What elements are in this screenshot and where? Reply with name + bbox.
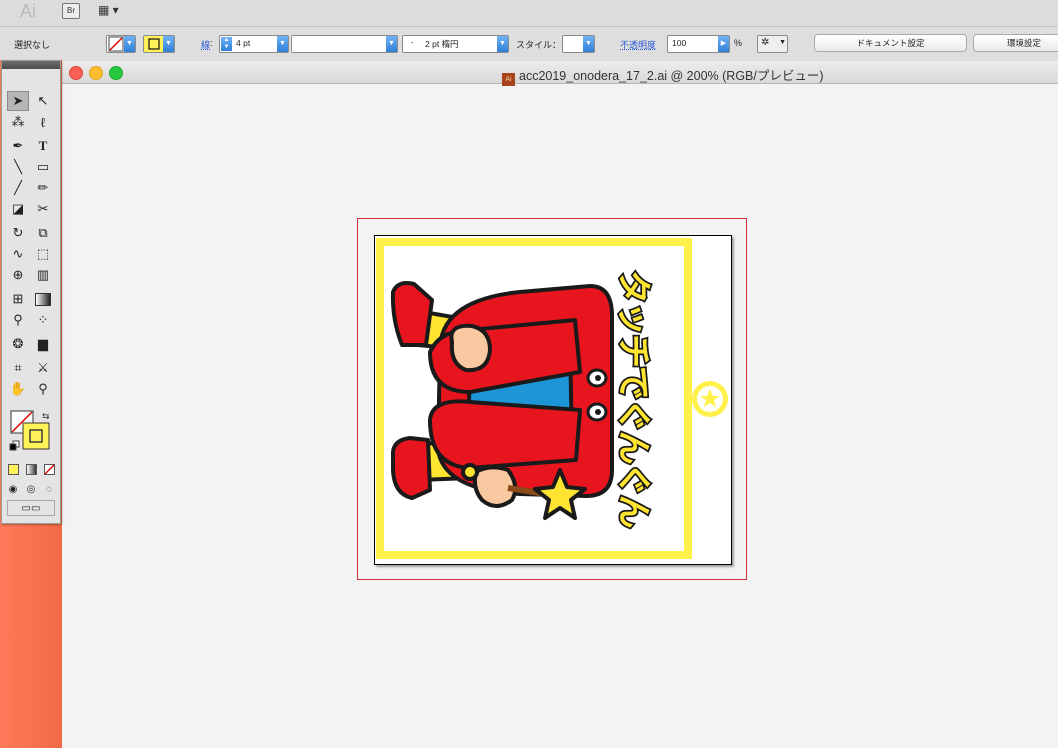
stroke-panel-link[interactable]: 線 [201, 38, 210, 51]
chevron-down-icon: ▼ [163, 36, 174, 52]
hand-tool-icon[interactable]: ✋ [7, 379, 29, 399]
draw-behind-icon[interactable]: ◎ [23, 482, 39, 496]
magic-wand-tool-icon[interactable]: ⁂ [7, 112, 29, 132]
ai-file-icon: Ai [502, 73, 515, 86]
variable-width-profile-dropdown[interactable]: ▼ [291, 35, 398, 53]
yellow-stroke-swatch-icon [148, 38, 160, 50]
stroke-color-dropdown[interactable]: ▼ [143, 35, 175, 53]
tools-panel: ➤ ↖ ⁂ ℓ ✒ T ╲ ▭ ╱ ✏ ◪ ✂ ↻ ⧉ ∿ ⬚ ⊕ ▥ ⊞ ⚲ … [1, 60, 61, 524]
close-window-button[interactable] [69, 66, 83, 80]
opacity-unit: % [734, 38, 743, 48]
illustrator-logo: Ai [20, 1, 37, 21]
chevron-down-icon: ▼ [277, 36, 288, 52]
bridge-button[interactable]: Br [62, 3, 80, 19]
dash-glyph: - [411, 38, 414, 47]
fill-color-dropdown[interactable]: ▼ [106, 35, 136, 53]
control-bar: 選択なし ▼ ▼ 線 : ▲ ▼ 4 pt ▼ ▼ - 2 pt 楕円 ▼ スタイ… [0, 26, 1058, 62]
free-transform-tool-icon[interactable]: ⬚ [32, 244, 54, 264]
selection-tool-icon[interactable]: ➤ [7, 91, 29, 111]
zoom-tool-icon[interactable]: ⚲ [32, 379, 54, 399]
type-tool-icon[interactable]: T [32, 136, 54, 156]
direct-selection-tool-icon[interactable]: ↖ [32, 91, 54, 111]
fill-stroke-swatches[interactable]: ⇆ [4, 407, 60, 463]
document-setup-button[interactable]: ドキュメント設定 [814, 34, 967, 52]
column-graph-tool-icon[interactable]: ▆ [32, 334, 54, 354]
pen-tool-icon[interactable]: ✒ [7, 136, 29, 156]
none-mode-button[interactable] [41, 462, 57, 476]
lasso-tool-icon[interactable]: ℓ [32, 112, 54, 132]
line-segment-tool-icon[interactable]: ╲ [7, 157, 29, 177]
preferences-button[interactable]: 環境設定 [973, 34, 1058, 52]
warp-tool-icon[interactable]: ∿ [7, 244, 29, 264]
stroke-weight-value: 4 pt [236, 38, 251, 48]
brush-definition-value: 2 pt 楕円 [425, 39, 459, 49]
stepper-icon[interactable]: ▲ ▼ [221, 37, 232, 51]
selection-status: 選択なし [14, 40, 51, 50]
graphic-style-dropdown[interactable]: ▼ [562, 35, 595, 53]
minimize-window-button[interactable] [89, 66, 103, 80]
rectangle-tool-icon[interactable]: ▭ [32, 157, 54, 177]
chevron-down-icon: ▼ [497, 36, 508, 52]
colon-label: : [210, 38, 213, 48]
eraser-tool-icon[interactable]: ◪ [7, 199, 29, 219]
blend-tool-icon[interactable]: ⁘ [32, 310, 54, 330]
chevron-down-icon: ▼ [583, 36, 594, 52]
chevron-right-icon: ▶ [718, 36, 729, 52]
opacity-value: 100 [672, 38, 687, 48]
pencil-tool-icon[interactable]: ✏ [32, 178, 54, 198]
style-label: スタイル： [516, 40, 562, 50]
zoom-window-button[interactable] [109, 66, 123, 80]
gradient-tool-icon[interactable] [32, 289, 54, 309]
symbol-sprayer-tool-icon[interactable]: ❂ [7, 334, 29, 354]
rotate-tool-icon[interactable]: ↻ [7, 223, 29, 243]
mesh-tool-icon[interactable]: ⊞ [7, 289, 29, 309]
opacity-field[interactable]: 100 ▶ [667, 35, 730, 53]
workspace-switcher-icon[interactable]: ▦ ▾ [98, 3, 119, 17]
document-title-text: acc2019_onodera_17_2.ai @ 200% (RGB/プレビュ… [519, 69, 824, 83]
brush-definition-dropdown[interactable]: - 2 pt 楕円 ▼ [402, 35, 509, 53]
scissors-tool-icon[interactable]: ✂ [32, 199, 54, 219]
artboard-tool-icon[interactable]: ⌗ [7, 358, 29, 378]
document-title: Ai acc2019_onodera_17_2.ai @ 200% (RGB/プレ… [502, 65, 824, 86]
stroke-weight-field[interactable]: ▲ ▼ 4 pt ▼ [219, 35, 289, 53]
opacity-panel-link[interactable]: 不透明度 [620, 38, 656, 51]
tools-panel-header[interactable] [2, 61, 60, 69]
gradient-mode-button[interactable] [23, 462, 39, 476]
color-mode-button[interactable] [5, 462, 21, 476]
application-bar: Ai Br ▦ ▾ [0, 0, 1058, 26]
artboard[interactable] [374, 235, 732, 565]
document-title-bar[interactable]: Ai acc2019_onodera_17_2.ai @ 200% (RGB/プレ… [62, 61, 1058, 86]
screen-mode-icon[interactable]: ▭▭ [7, 500, 55, 516]
slice-tool-icon[interactable]: ⚔ [32, 358, 54, 378]
puppet-warp-icon: ✲ [761, 37, 770, 48]
scale-tool-icon[interactable]: ⧉ [32, 223, 54, 243]
perspective-grid-tool-icon[interactable]: ▥ [32, 265, 54, 285]
chevron-down-icon: ▼ [386, 36, 397, 52]
paintbrush-tool-icon[interactable]: ╱ [7, 178, 29, 198]
no-fill-swatch-icon [108, 36, 124, 52]
draw-inside-icon[interactable]: ◌ [41, 482, 57, 496]
chevron-down-icon: ▼ [124, 36, 135, 52]
eyedropper-tool-icon[interactable]: ⚲ [7, 310, 29, 330]
shape-builder-tool-icon[interactable]: ⊕ [7, 265, 29, 285]
svg-text:⇆: ⇆ [42, 412, 50, 422]
chevron-down-icon: ▼ [779, 39, 786, 46]
recolor-artwork-dropdown[interactable]: ✲ ▼ [757, 35, 788, 53]
draw-normal-icon[interactable]: ◉ [5, 482, 21, 496]
